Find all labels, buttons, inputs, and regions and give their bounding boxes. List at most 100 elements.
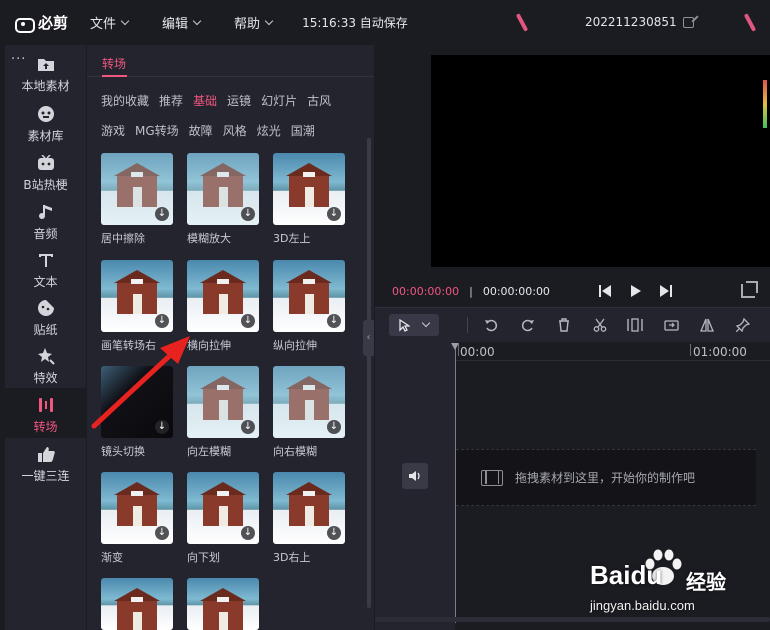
menu-file[interactable]: 文件 — [90, 13, 130, 32]
sidebar-item-one-click-triple[interactable]: 一键三连 — [5, 439, 86, 487]
transition-tile[interactable]: ↓ 横向拉伸 — [187, 260, 259, 353]
download-icon[interactable]: ↓ — [241, 314, 255, 328]
sidebar-item-label: 本地素材 — [21, 79, 70, 93]
transition-tile[interactable]: ↓ 3D左上 — [273, 153, 345, 246]
transition-thumbnail[interactable]: ↓ — [273, 260, 345, 332]
sidebar-item-library[interactable]: 素材库 — [5, 99, 86, 147]
category-mg-transition[interactable]: MG转场 — [135, 122, 179, 139]
menu-help[interactable]: 帮助 — [234, 13, 274, 32]
play-icon[interactable] — [628, 283, 644, 299]
split-icon[interactable] — [627, 317, 643, 333]
drop-hint: 拖拽素材到这里，开始你的制作吧 — [515, 471, 696, 485]
scissors-icon[interactable] — [592, 317, 608, 333]
transition-thumbnail[interactable]: ↓ — [273, 153, 345, 225]
undo-icon[interactable] — [483, 317, 499, 333]
film-icon — [481, 469, 503, 486]
transition-tile[interactable]: ↓ 模糊放大 — [187, 153, 259, 246]
transition-tile[interactable]: ↓ 渐变 — [101, 472, 173, 565]
transition-thumbnail[interactable]: ↓ — [273, 472, 345, 544]
sidebar-item-effects[interactable]: 特效 — [5, 341, 86, 389]
category-favorites[interactable]: 我的收藏 — [101, 92, 149, 109]
sidebar-item-text[interactable]: 文本 — [5, 245, 86, 293]
category-recommended[interactable]: 推荐 — [159, 92, 183, 109]
transition-tile[interactable]: ↓ 镜头切换 — [101, 366, 173, 459]
transition-tile[interactable]: ↓ 向右模糊 — [273, 366, 345, 459]
transition-tile[interactable]: ↓ 居中擦除 — [101, 153, 173, 246]
menu-edit[interactable]: 编辑 — [162, 13, 202, 32]
category-game[interactable]: 游戏 — [101, 122, 125, 139]
transition-label: 横向拉伸 — [187, 339, 231, 352]
timeline-horizontal-scrollbar[interactable] — [375, 617, 770, 622]
sidebar-item-label: 转场 — [33, 420, 58, 434]
download-icon[interactable]: ↓ — [155, 420, 169, 434]
sidebar-item-audio[interactable]: 音频 — [5, 197, 86, 245]
select-tool-dropdown[interactable] — [389, 314, 439, 336]
mirror-icon[interactable] — [699, 317, 715, 333]
download-icon[interactable]: ↓ — [327, 207, 341, 221]
category-guochao[interactable]: 国潮 — [291, 122, 315, 139]
transition-thumbnail[interactable] — [101, 578, 173, 630]
download-icon[interactable]: ↓ — [327, 526, 341, 540]
chevron-down-icon — [192, 16, 202, 25]
sidebar-item-sticker[interactable]: 贴纸 — [5, 293, 86, 341]
transition-thumbnail[interactable]: ↓ — [101, 153, 173, 225]
transition-thumbnail[interactable] — [187, 578, 259, 630]
delete-icon[interactable] — [556, 317, 572, 333]
sidebar-item-transition[interactable]: 转场 — [5, 388, 86, 438]
download-icon[interactable]: ↓ — [241, 420, 255, 434]
download-icon[interactable]: ↓ — [241, 207, 255, 221]
transition-tile[interactable]: ↓ 向左模糊 — [187, 366, 259, 459]
transition-thumbnail[interactable]: ↓ — [187, 366, 259, 438]
crop-icon[interactable] — [741, 281, 758, 298]
current-time: 00:00:00:00 — [392, 285, 460, 298]
category-slideshow[interactable]: 幻灯片 — [261, 92, 297, 109]
chevron-down-icon — [264, 16, 274, 25]
sidebar-item-local-media[interactable]: 本地素材 — [5, 49, 86, 97]
download-icon[interactable]: ↓ — [327, 420, 341, 434]
category-ancient-style[interactable]: 古风 — [307, 92, 331, 109]
category-basic[interactable]: 基础 — [193, 92, 217, 109]
transition-thumbnail[interactable]: ↓ — [101, 366, 173, 438]
transition-tile[interactable] — [187, 578, 259, 630]
speaker-icon[interactable] — [402, 463, 428, 489]
skip-back-icon[interactable] — [597, 283, 613, 299]
pin-icon[interactable] — [735, 317, 751, 333]
category-style[interactable]: 风格 — [223, 122, 247, 139]
transition-tile[interactable]: ↓ 向下划 — [187, 472, 259, 565]
download-icon[interactable]: ↓ — [155, 526, 169, 540]
transition-tile[interactable]: ↓ 画笔转场右 — [101, 260, 173, 353]
panel-scrollbar[interactable] — [367, 138, 371, 608]
transition-tile[interactable] — [101, 578, 173, 630]
video-track-drop-zone[interactable]: 拖拽素材到这里，开始你的制作吧 — [456, 449, 756, 506]
chevron-down-icon — [421, 318, 430, 328]
category-glitch[interactable]: 故障 — [189, 122, 213, 139]
sidebar-item-label: B站热梗 — [23, 178, 68, 192]
transition-thumbnail[interactable]: ↓ — [187, 472, 259, 544]
download-icon[interactable]: ↓ — [327, 314, 341, 328]
time-separator: | — [469, 285, 473, 298]
transition-thumbnail[interactable]: ↓ — [187, 153, 259, 225]
redo-icon[interactable] — [520, 317, 536, 333]
panel-title-tab[interactable]: 转场 — [102, 55, 126, 72]
download-icon[interactable]: ↓ — [241, 526, 255, 540]
total-time: 00:00:00:00 — [482, 285, 550, 298]
transition-thumbnail[interactable]: ↓ — [273, 366, 345, 438]
project-name[interactable]: 202211230851 — [585, 15, 694, 29]
music-icon — [36, 202, 56, 222]
sidebar-item-bilibili-memes[interactable]: B站热梗 — [5, 148, 86, 196]
transition-thumbnail[interactable]: ↓ — [101, 260, 173, 332]
category-glare[interactable]: 炫光 — [257, 122, 281, 139]
category-camera-motion[interactable]: 运镜 — [227, 92, 251, 109]
transition-thumbnail[interactable]: ↓ — [101, 472, 173, 544]
download-icon[interactable]: ↓ — [155, 207, 169, 221]
download-icon[interactable]: ↓ — [155, 314, 169, 328]
skip-forward-icon[interactable] — [658, 283, 674, 299]
edit-icon[interactable] — [682, 16, 694, 28]
replace-icon[interactable] — [663, 317, 679, 333]
toolbar-divider — [467, 317, 468, 333]
transition-thumbnail[interactable]: ↓ — [187, 260, 259, 332]
transition-tile[interactable]: ↓ 纵向拉伸 — [273, 260, 345, 353]
transition-tile[interactable]: ↓ 3D右上 — [273, 472, 345, 565]
ruler-label-mark: 01:00:00 — [693, 345, 747, 359]
collapse-panel-chevron-icon[interactable]: ‹ — [363, 320, 374, 356]
